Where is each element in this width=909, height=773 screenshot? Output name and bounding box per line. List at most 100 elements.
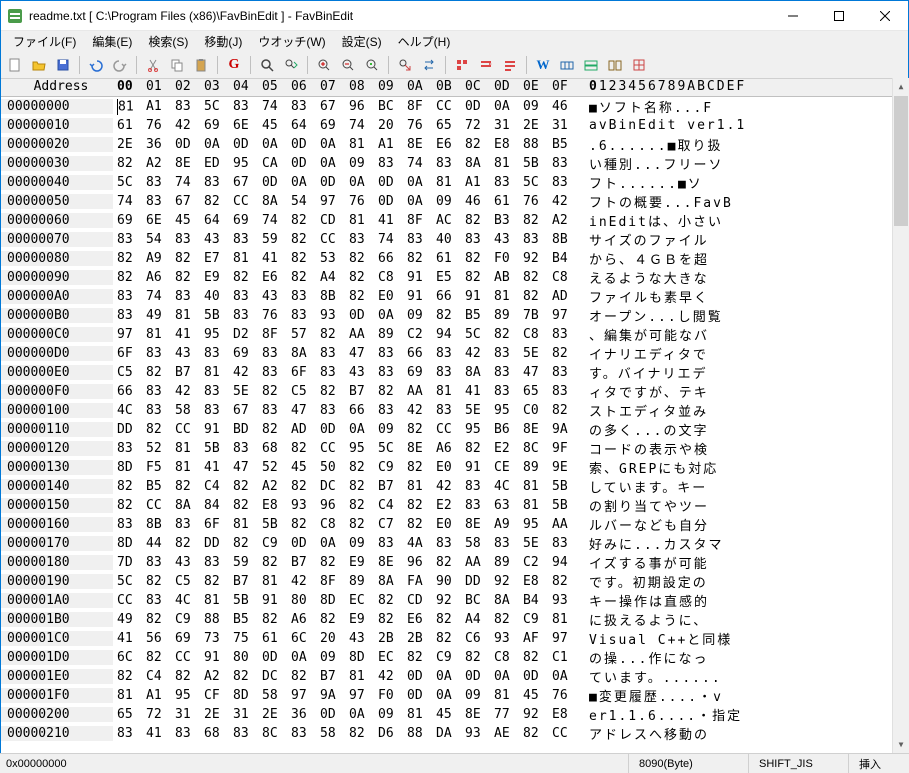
hex-cell[interactable]: 36 xyxy=(142,137,171,152)
ascii-cell[interactable]: ルバーなども自分 xyxy=(577,515,709,534)
hex-cell[interactable]: 82 xyxy=(374,593,403,608)
hex-cell[interactable]: 42 xyxy=(432,479,461,494)
hex-cell[interactable]: 82 xyxy=(200,194,229,209)
hex-cell[interactable]: A9 xyxy=(490,517,519,532)
hex-cell[interactable]: 84 xyxy=(200,498,229,513)
hex-cell[interactable]: 67 xyxy=(171,194,200,209)
hex-cell[interactable]: AD xyxy=(548,289,577,304)
menu-search[interactable]: 検索(S) xyxy=(140,31,196,52)
menu-settings[interactable]: 設定(S) xyxy=(334,31,390,52)
hex-cell[interactable]: CC xyxy=(548,726,577,741)
hex-cell[interactable]: 09 xyxy=(374,422,403,437)
hex-cell[interactable]: 95 xyxy=(461,422,490,437)
hex-cell[interactable]: 2E xyxy=(519,118,548,133)
hex-cell[interactable]: 8A xyxy=(258,194,287,209)
hex-cell[interactable]: C9 xyxy=(432,650,461,665)
hex-cell[interactable]: A2 xyxy=(200,669,229,684)
hex-row[interactable]: 000001B04982C988B582A682E982E682A482C981… xyxy=(1,610,908,629)
hex-cell[interactable]: FA xyxy=(403,574,432,589)
hex-cell[interactable]: 75 xyxy=(229,631,258,646)
hex-cell[interactable]: 83 xyxy=(374,365,403,380)
hex-cell[interactable]: 96 xyxy=(345,99,374,115)
hex-cell[interactable]: CC xyxy=(316,441,345,456)
hex-cell[interactable]: C0 xyxy=(519,403,548,418)
hex-cell[interactable]: 50 xyxy=(316,460,345,475)
hex-cell[interactable]: 5B xyxy=(229,593,258,608)
hex-cell[interactable]: 82 xyxy=(229,536,258,551)
hex-row[interactable]: 000001D06C82CC91800D0A098DEC82C982C882C1… xyxy=(1,648,908,667)
hex-cell[interactable]: 82 xyxy=(403,517,432,532)
hex-cell[interactable]: 0A xyxy=(432,669,461,684)
hex-row[interactable]: 000001C04156697375616C20432B2B82C693AF97… xyxy=(1,629,908,648)
hex-cell[interactable]: A2 xyxy=(258,479,287,494)
hex-cell[interactable]: E9 xyxy=(345,555,374,570)
hex-cell[interactable]: 0A xyxy=(548,669,577,684)
hex-cell[interactable]: 2E xyxy=(258,707,287,722)
hex-cell[interactable]: 0A xyxy=(345,175,374,190)
hex-row[interactable]: 0000003082A28EED95CA0D0A098374838A815B83… xyxy=(1,154,908,173)
hex-cell[interactable]: 74 xyxy=(258,99,287,115)
hex-cell[interactable]: DD xyxy=(113,422,142,437)
hex-cell[interactable]: 8A xyxy=(171,498,200,513)
hex-cell[interactable]: E0 xyxy=(432,460,461,475)
menu-edit[interactable]: 編集(E) xyxy=(84,31,140,52)
hex-cell[interactable]: 9F xyxy=(548,441,577,456)
hex-cell[interactable]: 72 xyxy=(142,707,171,722)
hex-cell[interactable]: 6F xyxy=(200,517,229,532)
hex-cell[interactable]: 82 xyxy=(113,156,142,171)
hex-cell[interactable]: 83 xyxy=(490,384,519,399)
hex-row[interactable]: 000000A0837483408343838B82E09166918182AD… xyxy=(1,287,908,306)
hex-cell[interactable]: C9 xyxy=(258,536,287,551)
hex-cell[interactable]: 83 xyxy=(258,403,287,418)
hex-cell[interactable]: 97 xyxy=(316,194,345,209)
hex-cell[interactable]: 5B xyxy=(548,479,577,494)
hex-row[interactable]: 00000010617642696E4564697420766572312E31… xyxy=(1,116,908,135)
hex-cell[interactable]: 40 xyxy=(200,289,229,304)
hex-cell[interactable]: 81 xyxy=(403,707,432,722)
hex-cell[interactable]: A6 xyxy=(142,270,171,285)
hex-row[interactable]: 000001308DF581414752455082C982E091CE899E… xyxy=(1,458,908,477)
hex-cell[interactable]: 0D xyxy=(519,669,548,684)
hex-cell[interactable]: CD xyxy=(316,213,345,228)
hex-cell[interactable]: 8A xyxy=(461,365,490,380)
hex-cell[interactable]: 83 xyxy=(171,289,200,304)
hex-cell[interactable]: 82 xyxy=(432,555,461,570)
hex-cell[interactable]: 31 xyxy=(171,707,200,722)
hex-cell[interactable]: 0A xyxy=(200,137,229,152)
hex-cell[interactable]: BC xyxy=(461,593,490,608)
hex-cell[interactable]: 09 xyxy=(316,650,345,665)
hex-cell[interactable]: 89 xyxy=(490,555,519,570)
hex-cell[interactable]: A4 xyxy=(316,270,345,285)
hex-cell[interactable]: 81 xyxy=(432,384,461,399)
hex-cell[interactable]: 91 xyxy=(200,422,229,437)
hex-cell[interactable]: 89 xyxy=(345,574,374,589)
hex-cell[interactable]: 82 xyxy=(316,555,345,570)
hex-cell[interactable]: 83 xyxy=(287,289,316,304)
hex-cell[interactable]: 76 xyxy=(142,118,171,133)
hex-cell[interactable]: CA xyxy=(258,156,287,171)
hex-cell[interactable]: 82 xyxy=(229,479,258,494)
hex-row[interactable]: 000001208352815B836882CC955C8EA682E28C9F… xyxy=(1,439,908,458)
hex-cell[interactable]: F0 xyxy=(374,688,403,703)
hex-cell[interactable]: 47 xyxy=(519,365,548,380)
hex-cell[interactable]: 83 xyxy=(316,346,345,361)
hex-cell[interactable]: AB xyxy=(490,270,519,285)
hex-cell[interactable]: 0D xyxy=(287,536,316,551)
hex-cell[interactable]: AE xyxy=(490,726,519,741)
hex-cell[interactable]: 0D xyxy=(403,688,432,703)
hex-cell[interactable]: C7 xyxy=(374,517,403,532)
hex-cell[interactable]: 95 xyxy=(519,517,548,532)
hex-cell[interactable]: A2 xyxy=(548,213,577,228)
hex-cell[interactable]: 68 xyxy=(200,726,229,741)
hex-cell[interactable]: A2 xyxy=(142,156,171,171)
ascii-cell[interactable]: イズする事が可能 xyxy=(577,553,709,572)
hex-cell[interactable]: C8 xyxy=(548,270,577,285)
hex-cell[interactable]: A6 xyxy=(287,612,316,627)
hex-cell[interactable]: 8D xyxy=(316,593,345,608)
ascii-cell[interactable]: inEditは、小さい xyxy=(577,211,723,230)
hex-cell[interactable]: C8 xyxy=(374,270,403,285)
hex-cell[interactable]: ED xyxy=(200,156,229,171)
hex-row[interactable]: 000001905C82C582B781428F898AFA90DD92E882… xyxy=(1,572,908,591)
hex-cell[interactable]: 63 xyxy=(490,498,519,513)
hex-cell[interactable]: CC xyxy=(432,99,461,115)
